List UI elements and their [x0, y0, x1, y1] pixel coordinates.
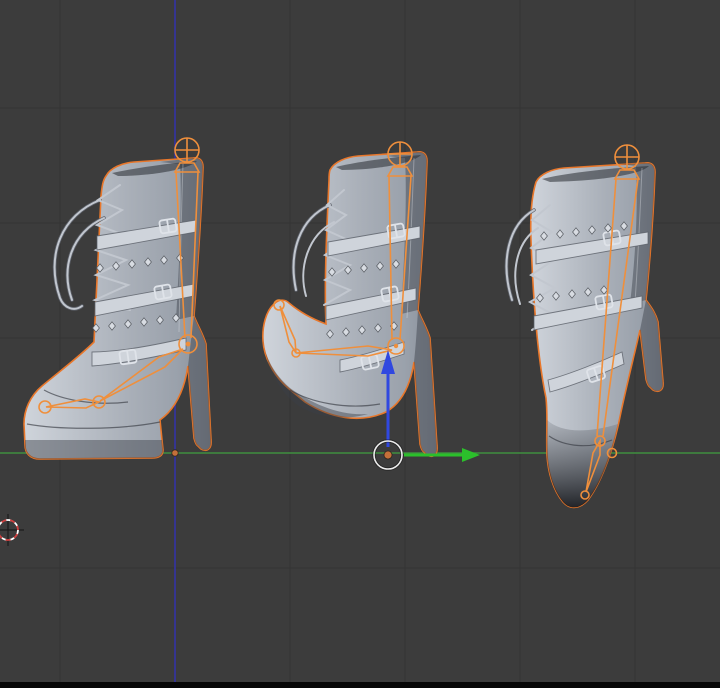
bone-joint-dot	[185, 341, 191, 347]
boot-left-sole-shadow	[25, 440, 163, 459]
object-origin-dot	[171, 449, 179, 457]
viewport-canvas[interactable]	[0, 0, 720, 688]
gizmo-center-dot[interactable]	[383, 450, 393, 460]
bone-joint-dot	[393, 343, 399, 349]
viewport-bottom-edge	[0, 682, 720, 688]
viewport[interactable]	[0, 0, 720, 688]
